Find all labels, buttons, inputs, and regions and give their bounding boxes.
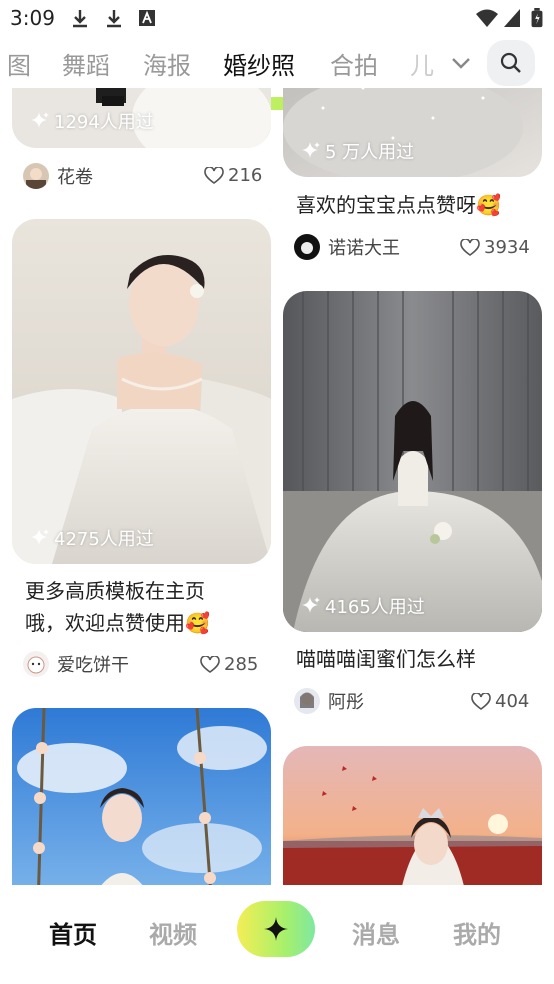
template-card-image[interactable] (283, 291, 542, 632)
author[interactable]: 花卷 (23, 163, 93, 189)
template-card-image[interactable] (12, 708, 271, 885)
like-count: 216 (228, 165, 263, 186)
usage-count: 4275人用过 (54, 529, 154, 550)
heart-icon (460, 238, 480, 256)
chevron-down-icon[interactable] (450, 53, 472, 73)
author[interactable]: 诺诺大王 (294, 234, 400, 260)
sparkle-icon (302, 142, 320, 158)
signal-icon (504, 9, 520, 27)
tab-dance[interactable]: 舞蹈 (62, 46, 110, 81)
usage-count: 1294人用过 (54, 112, 154, 133)
usage-count: 5 万人用过 (325, 142, 415, 163)
author-name: 阿彤 (328, 692, 364, 713)
nav-home[interactable]: 首页 (49, 915, 97, 950)
wifi-icon (476, 9, 498, 27)
avatar (23, 163, 49, 189)
heart-icon (471, 692, 491, 710)
usage-badge: 1294人用过 (30, 108, 154, 134)
like-count: 404 (495, 691, 530, 712)
download-icon (107, 10, 121, 28)
sparkle-icon (264, 917, 288, 941)
tab-kids[interactable]: 儿 (410, 46, 434, 81)
author-name: 诺诺大王 (328, 238, 400, 259)
usage-badge: 4275人用过 (30, 525, 154, 551)
author-name: 爱吃饼干 (57, 655, 129, 676)
download-icon (73, 10, 87, 28)
card-title[interactable]: 更多高质模板在主页 哦，欢迎点赞使用🥰 (25, 575, 210, 639)
like-count: 285 (224, 654, 259, 675)
bottom-navigation: 首页 视频 消息 我的 (0, 885, 554, 984)
search-icon (500, 52, 521, 73)
template-feed: 1294人用过 花卷 216 4275人用过 更多高质模板在主页 哦，欢迎点赞使… (0, 88, 554, 885)
notification-icon (139, 10, 155, 26)
status-time: 3:09 (10, 6, 55, 30)
author-name: 花卷 (57, 167, 93, 188)
sparkle-icon (31, 112, 49, 128)
like-button[interactable]: 216 (204, 165, 262, 186)
like-count: 3934 (484, 237, 530, 258)
author[interactable]: 爱吃饼干 (23, 651, 129, 677)
tab-poster[interactable]: 海报 (143, 46, 191, 81)
card-title[interactable]: 喜欢的宝宝点点赞呀🥰 (296, 189, 501, 221)
like-button[interactable]: 285 (200, 654, 258, 675)
card-title[interactable]: 喵喵喵闺蜜们怎么样 (296, 643, 476, 675)
nav-mine[interactable]: 我的 (453, 915, 501, 950)
sparkle-icon (31, 529, 49, 545)
avatar (23, 651, 49, 677)
card-title-line: 哦，欢迎点赞使用🥰 (25, 611, 210, 635)
usage-badge: 4165人用过 (301, 593, 425, 619)
template-card-image[interactable] (12, 219, 271, 564)
usage-count: 4165人用过 (325, 597, 425, 618)
like-button[interactable]: 404 (471, 691, 529, 712)
search-button[interactable] (487, 40, 535, 86)
nav-video[interactable]: 视频 (149, 915, 197, 950)
like-button[interactable]: 3934 (460, 237, 530, 258)
create-button[interactable] (237, 901, 315, 957)
avatar (294, 234, 320, 260)
nav-messages[interactable]: 消息 (352, 915, 400, 950)
tab-image[interactable]: 图 (7, 46, 31, 81)
avatar (294, 688, 320, 714)
category-tabs: 图 舞蹈 海报 婚纱照 合拍 儿 (0, 36, 554, 110)
heart-icon (204, 166, 224, 184)
battery-icon (531, 8, 543, 28)
tab-wedding-photo[interactable]: 婚纱照 (223, 46, 295, 81)
usage-badge: 5 万人用过 (301, 138, 414, 164)
sparkle-icon (302, 597, 320, 613)
tab-group-photo[interactable]: 合拍 (330, 46, 378, 81)
template-card-image[interactable] (283, 746, 542, 885)
status-bar: 3:09 (0, 0, 554, 36)
card-title-line: 更多高质模板在主页 (25, 579, 205, 603)
author[interactable]: 阿彤 (294, 688, 364, 714)
heart-icon (200, 655, 220, 673)
